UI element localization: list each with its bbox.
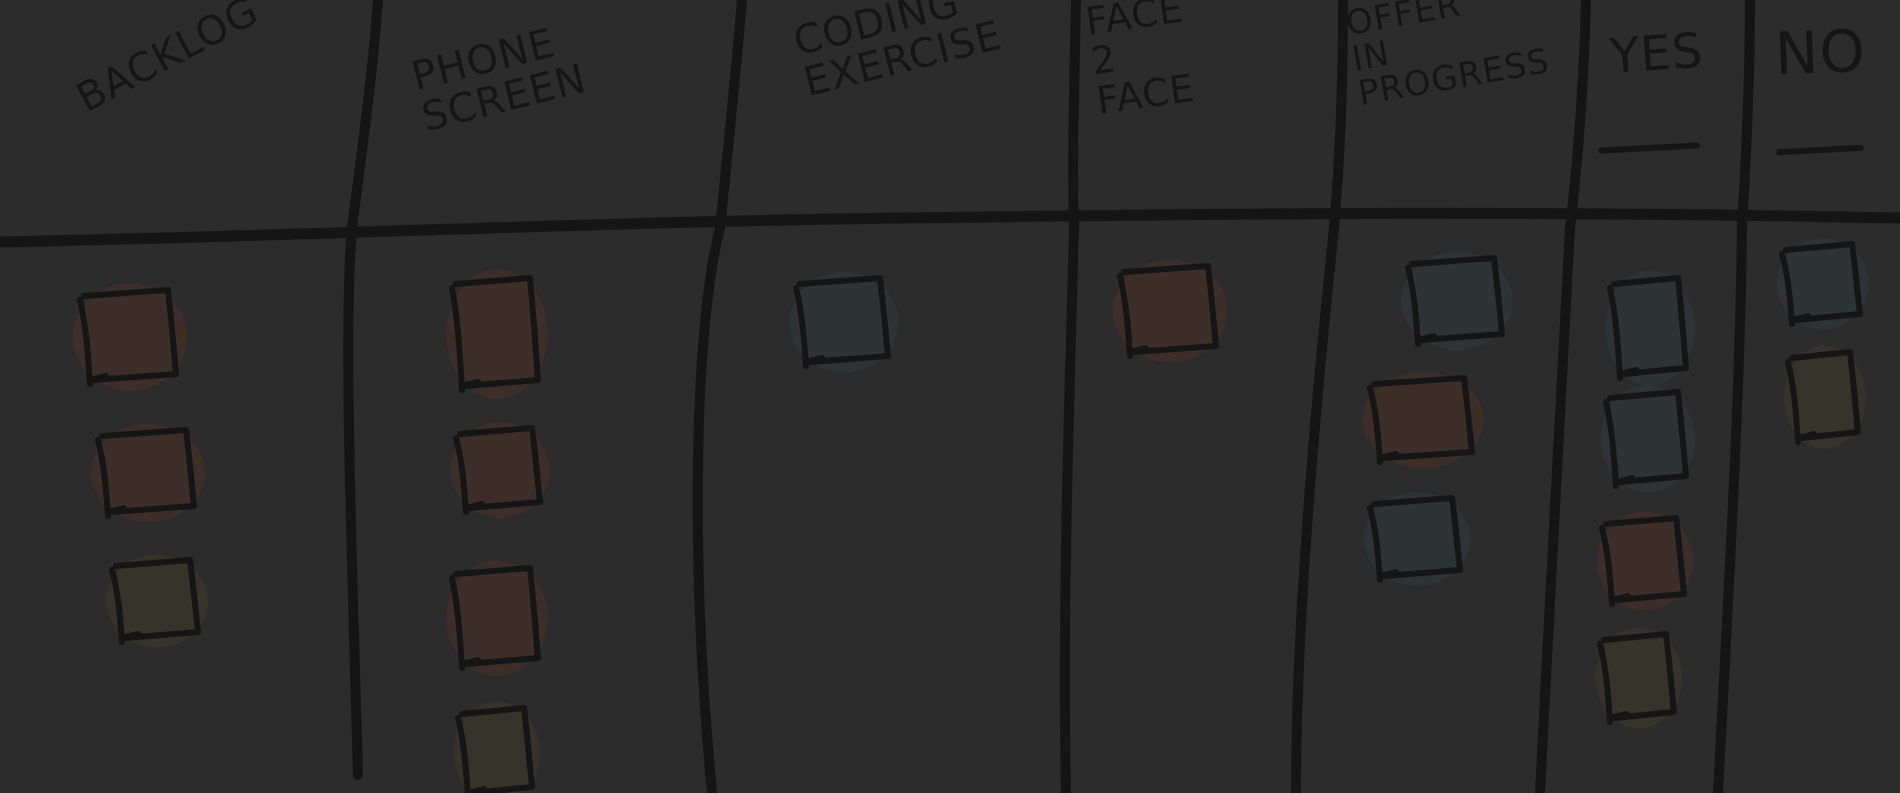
column-header-face-2-face: FACE 2 FACE (1082, 0, 1198, 123)
card-yes-1 (1605, 270, 1695, 386)
card-offer-in-progress-3 (1363, 492, 1471, 586)
column-divider-2 (692, 0, 747, 793)
column-divider-3 (1059, 0, 1081, 793)
kanban-board: BACKLOG PHONE SCREEN CODING EXERCISE FACE 2… (0, 0, 1900, 793)
card-phone-screen-3 (446, 560, 548, 676)
card-yes-4 (1595, 627, 1683, 729)
card-phone-screen-1 (446, 269, 548, 399)
card-backlog-3 (106, 554, 208, 648)
card-backlog-1 (72, 283, 188, 391)
card-phone-screen-4 (453, 701, 541, 793)
column-divider-1 (343, 0, 383, 780)
column-divider-6 (1713, 0, 1755, 793)
card-phone-screen-2 (450, 422, 550, 518)
card-no-1 (1777, 238, 1869, 330)
column-header-yes: YES (1608, 22, 1706, 85)
column-divider-5 (1535, 0, 1591, 793)
column-header-no: NO (1773, 16, 1868, 88)
card-coding-exercise-1 (789, 271, 899, 373)
column-divider-4 (1291, 0, 1348, 793)
card-no-2 (1784, 345, 1866, 449)
card-offer-in-progress-1 (1401, 251, 1513, 351)
card-offer-in-progress-2 (1362, 372, 1484, 468)
header-divider-line (0, 207, 1900, 248)
card-yes-2 (1600, 385, 1696, 493)
card-face-2-face-1 (1112, 259, 1228, 363)
board-drawing (0, 0, 1900, 793)
card-backlog-2 (90, 423, 206, 523)
card-yes-3 (1596, 511, 1694, 611)
